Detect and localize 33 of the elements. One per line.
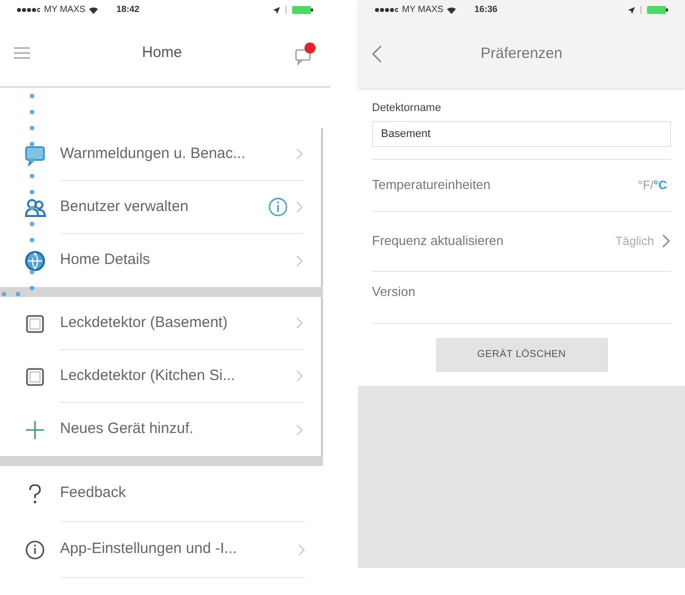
clock-time: 16:36: [474, 3, 498, 16]
item-label: Leckdetektor (Basement): [60, 312, 229, 333]
field-label: Detektorname: [372, 101, 442, 116]
carrier-name: MY MAXS: [402, 3, 444, 16]
item-label: Neues Gerät hinzuf.: [60, 419, 194, 440]
screen-title: Home: [140, 42, 183, 63]
name-input-field[interactable]: Basement: [372, 120, 671, 146]
setting-value: Täglich: [615, 233, 654, 250]
menu-item[interactable]: Warnmeldungen u. Benac...: [0, 128, 321, 181]
unit-separator: /: [650, 177, 654, 194]
item-label: Benutzer verwalten: [60, 196, 190, 217]
item-label: Home Details: [60, 250, 152, 270]
item-label: Warnmeldungen u. Benac...: [60, 144, 246, 164]
menu-item[interactable]: App-Einstellungen und -I...: [0, 522, 323, 578]
setting-label: Version: [372, 282, 416, 300]
setting-label: Frequenz aktualisieren: [372, 232, 505, 250]
menu-item[interactable]: Benutzer verwalten: [0, 181, 321, 234]
menu-item[interactable]: Home Details: [0, 234, 321, 287]
unit-toggle[interactable]: °F/°C: [638, 176, 671, 194]
menu-item[interactable]: Leckdetektor (Kitchen Si...: [0, 350, 321, 403]
settings-row[interactable]: Frequenz aktualisieren Täglich: [372, 212, 671, 272]
delete-device-button[interactable]: GERÄT LÖSCHEN: [436, 338, 608, 372]
item-label: App-Einstellungen und -I...: [60, 539, 238, 560]
menu-item[interactable]: Feedback: [0, 466, 323, 522]
screen-title: Präferenzen: [480, 44, 564, 64]
item-label: Leckdetektor (Kitchen Si...: [60, 366, 236, 386]
clock-time: 18:42: [116, 3, 140, 16]
unit-option[interactable]: °C: [654, 176, 667, 194]
menu-item[interactable]: Leckdetektor (Basement): [0, 297, 321, 350]
carrier-name: MY MAXS: [44, 3, 86, 16]
menu-item[interactable]: Neues Gerät hinzuf.: [0, 403, 321, 456]
item-label: Feedback: [60, 483, 127, 504]
setting-label: Temperatureinheiten: [372, 176, 492, 194]
